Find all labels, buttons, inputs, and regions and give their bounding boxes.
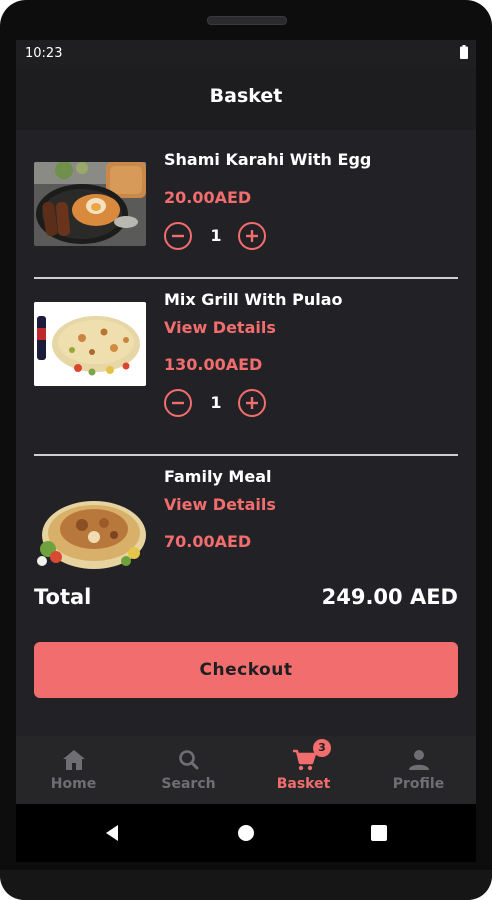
cart-count-badge: 3	[313, 739, 331, 757]
screen: 10:23 Basket Shami Karahi With Egg 20.00…	[16, 40, 476, 862]
quantity-value: 1	[210, 226, 222, 245]
basket-item: Family Meal View Details 70.00AED	[16, 457, 476, 577]
status-bar: 10:23	[16, 40, 476, 68]
person-icon	[409, 750, 429, 770]
device-frame: 10:23 Basket Shami Karahi With Egg 20.00…	[0, 0, 492, 900]
plus-icon	[246, 230, 258, 242]
total-label: Total	[34, 585, 92, 609]
back-icon[interactable]	[104, 824, 120, 842]
tab-basket[interactable]: 3 Basket	[246, 736, 361, 804]
item-image	[34, 487, 146, 571]
basket-item: Shami Karahi With Egg 20.00AED 1	[16, 130, 476, 280]
quantity-stepper: 1	[164, 389, 274, 419]
total-amount: 249.00 AED	[321, 585, 458, 609]
recent-apps-icon[interactable]	[371, 825, 387, 841]
tab-profile[interactable]: Profile	[361, 736, 476, 804]
increase-quantity-button[interactable]	[238, 389, 266, 417]
total-row: Total 249.00 AED	[16, 585, 476, 617]
tab-home[interactable]: Home	[16, 736, 131, 804]
item-name[interactable]: Family Meal	[164, 467, 271, 486]
quantity-stepper: 1	[164, 222, 274, 252]
view-details-link[interactable]: View Details	[164, 318, 276, 337]
battery-icon	[460, 45, 468, 59]
decrease-quantity-button[interactable]	[164, 389, 192, 417]
speaker-grille	[207, 16, 287, 25]
tab-label: Basket	[276, 776, 331, 792]
basket-item: Mix Grill With Pulao View Details 130.00…	[16, 280, 476, 455]
item-price: 20.00AED	[164, 188, 252, 207]
view-details-link[interactable]: View Details	[164, 495, 276, 514]
bottom-tab-bar: Home Search 3 Basket Profile	[16, 736, 476, 804]
tab-label: Profile	[392, 776, 445, 792]
tab-label: Search	[161, 776, 216, 792]
item-image	[34, 302, 146, 386]
system-navigation-bar	[16, 804, 476, 862]
item-name[interactable]: Shami Karahi With Egg	[164, 150, 371, 169]
item-image	[34, 162, 146, 246]
search-icon	[179, 750, 199, 770]
divider	[34, 277, 458, 279]
page-title: Basket	[209, 85, 283, 107]
tab-search[interactable]: Search	[131, 736, 246, 804]
item-name[interactable]: Mix Grill With Pulao	[164, 290, 342, 309]
tab-label: Home	[50, 776, 97, 792]
quantity-value: 1	[210, 393, 222, 412]
home-icon	[63, 750, 85, 770]
app-bar: Basket	[16, 68, 476, 130]
minus-icon	[172, 401, 184, 405]
divider	[34, 454, 458, 456]
item-price: 70.00AED	[164, 532, 252, 551]
basket-list[interactable]: Shami Karahi With Egg 20.00AED 1 Mix Gri…	[16, 130, 476, 736]
plus-icon	[246, 397, 258, 409]
decrease-quantity-button[interactable]	[164, 222, 192, 250]
status-time: 10:23	[25, 46, 63, 61]
checkout-button[interactable]: Checkout	[34, 642, 458, 698]
increase-quantity-button[interactable]	[238, 222, 266, 250]
minus-icon	[172, 234, 184, 238]
home-nav-icon[interactable]	[238, 825, 254, 841]
device-bottom-edge	[0, 870, 492, 900]
item-price: 130.00AED	[164, 355, 263, 374]
